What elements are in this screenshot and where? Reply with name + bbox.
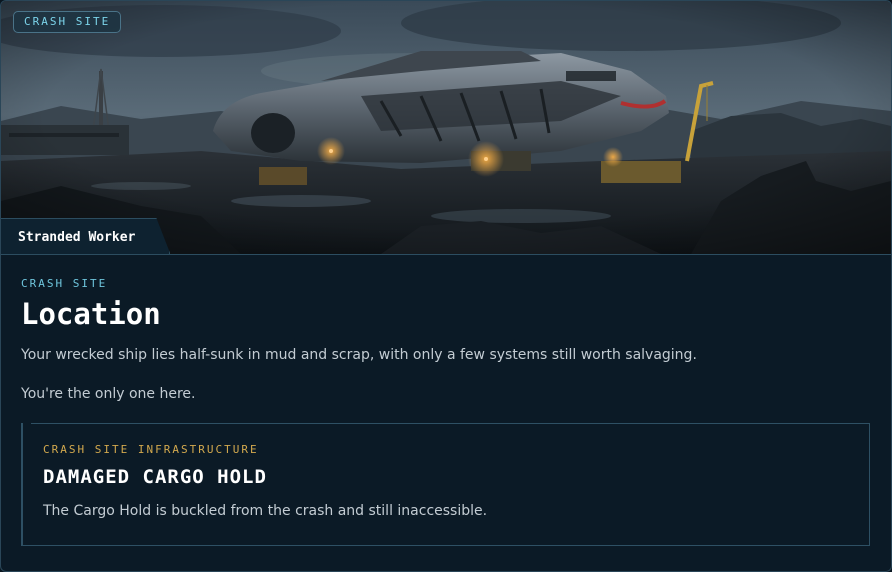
infrastructure-panel[interactable]: CRASH SITE INFRASTRUCTURE DAMAGED CARGO … [21,423,870,546]
location-eyebrow: CRASH SITE [21,277,108,290]
stranded-worker-tab[interactable]: Stranded Worker [1,218,170,254]
infrastructure-title: DAMAGED CARGO HOLD [43,466,267,488]
crash-site-illustration [1,1,891,254]
location-description: Your wrecked ship lies half-sunk in mud … [21,347,697,363]
infrastructure-description: The Cargo Hold is buckled from the crash… [43,503,488,519]
location-card: CRASH SITE Stranded Worker CRASH SITE Lo… [0,0,892,572]
infrastructure-eyebrow: CRASH SITE INFRASTRUCTURE [43,443,259,456]
location-body: CRASH SITE Location Your wrecked ship li… [1,255,891,546]
hero-badge: CRASH SITE [13,11,122,33]
location-title: Location [21,297,161,331]
location-occupancy: You're the only one here. [21,386,196,402]
location-hero-image: CRASH SITE Stranded Worker [1,1,891,255]
